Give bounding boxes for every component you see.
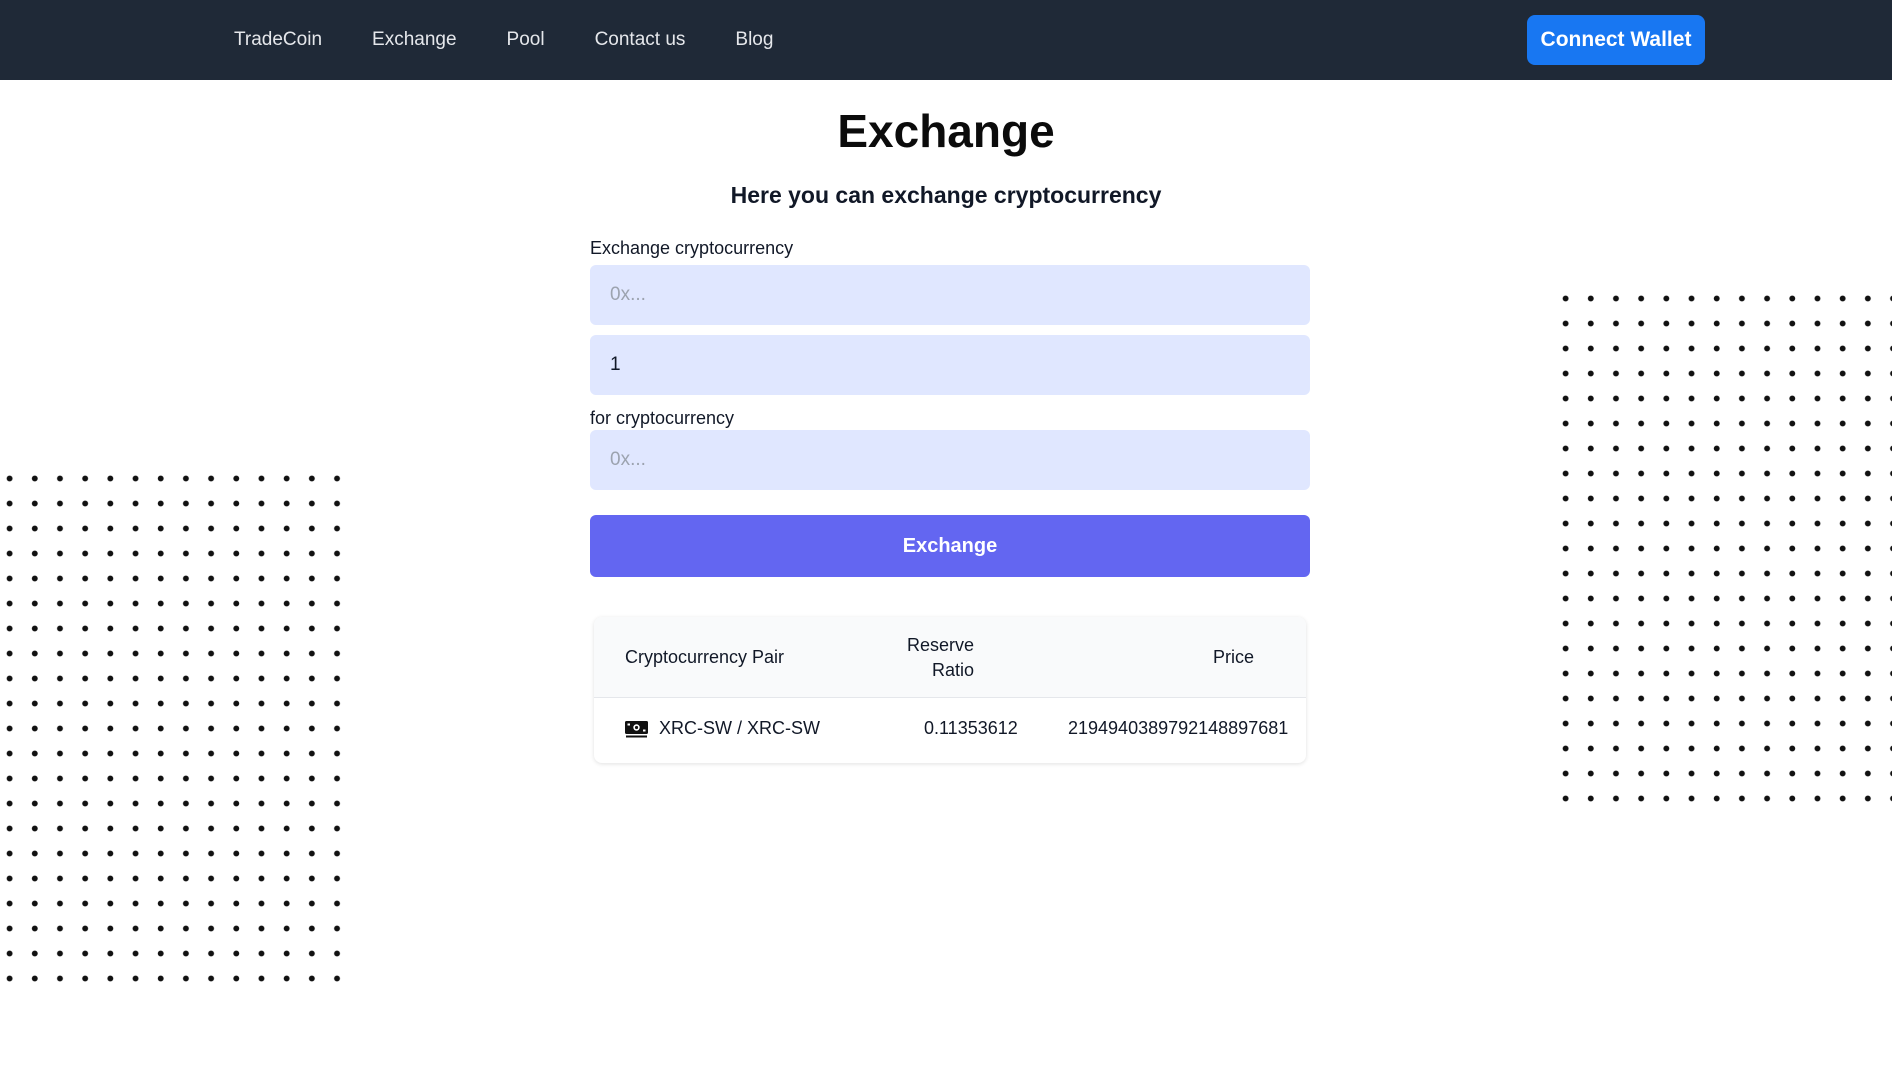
from-currency-input[interactable] <box>590 265 1310 325</box>
nav-link-contact-us[interactable]: Contact us <box>595 29 686 51</box>
column-header-reserve-ratio: Reserve Ratio <box>894 633 974 683</box>
to-currency-input[interactable] <box>590 430 1310 490</box>
column-header-reserve-line2: Ratio <box>931 660 974 680</box>
page-subtitle: Here you can exchange cryptocurrency <box>730 182 1162 208</box>
page-title: Exchange <box>837 105 1055 157</box>
top-navbar: TradeCoin Exchange Pool Contact us Blog … <box>0 0 1892 80</box>
reserve-ratio-cell: 0.11353612 <box>924 718 1018 738</box>
exchange-button[interactable]: Exchange <box>590 515 1310 577</box>
nav-links: TradeCoin Exchange Pool Contact us Blog <box>234 0 823 80</box>
pairs-table: Cryptocurrency Pair Reserve Ratio Price … <box>594 617 1306 763</box>
nav-link-tradecoin[interactable]: TradeCoin <box>234 29 322 51</box>
money-icon <box>625 721 648 738</box>
column-header-price: Price <box>1212 647 1254 667</box>
dot-pattern-left <box>0 466 346 982</box>
dot-pattern-right <box>1553 286 1892 802</box>
table-header: Cryptocurrency Pair Reserve Ratio Price <box>594 617 1306 698</box>
price-cell: 2194940389792148897681 <box>1068 718 1289 738</box>
from-currency-label: Exchange cryptocurrency <box>590 238 794 258</box>
amount-input[interactable] <box>590 335 1310 395</box>
nav-link-exchange[interactable]: Exchange <box>372 29 457 51</box>
to-currency-label: for cryptocurrency <box>590 408 735 428</box>
pair-cell: XRC-SW / XRC-SW <box>659 718 820 738</box>
column-header-pair: Cryptocurrency Pair <box>625 647 785 667</box>
nav-link-pool[interactable]: Pool <box>507 29 545 51</box>
connect-wallet-button[interactable]: Connect Wallet <box>1527 15 1705 65</box>
nav-link-blog[interactable]: Blog <box>735 29 773 51</box>
column-header-reserve-line1: Reserve <box>906 635 974 655</box>
